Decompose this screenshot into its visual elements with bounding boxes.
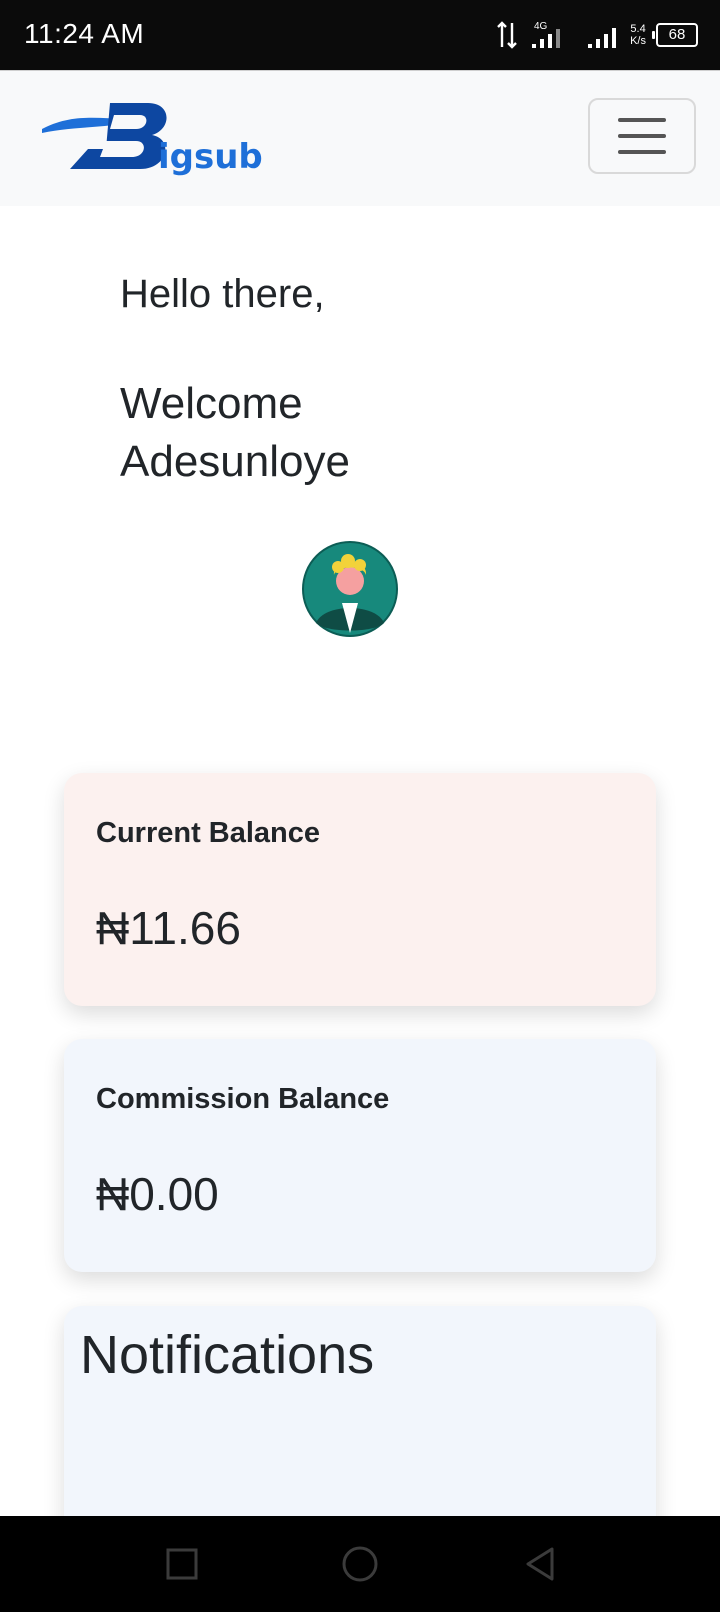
- bigsub-logo[interactable]: igsub: [40, 99, 263, 179]
- logo-text: igsub: [158, 137, 263, 177]
- commission-balance-card: Commission Balance ₦0.00: [64, 1039, 656, 1272]
- welcome-line: Welcome: [120, 379, 303, 428]
- data-transfer-icon: [497, 21, 517, 49]
- status-time: 11:24 AM: [24, 18, 145, 49]
- system-navigation-bar: [0, 1516, 720, 1612]
- greeting-text: Hello there,: [120, 272, 325, 316]
- current-balance-amount: ₦11.66: [96, 902, 241, 954]
- avatar: [302, 541, 398, 637]
- notifications-title: Notifications: [80, 1325, 375, 1385]
- status-bar: 11:24 AM 4G 5.4 K/s 68: [0, 0, 720, 70]
- commission-balance-label: Commission Balance: [96, 1083, 390, 1115]
- square-icon[interactable]: [162, 1544, 202, 1584]
- circle-icon[interactable]: [340, 1544, 380, 1584]
- commission-balance-amount: ₦0.00: [96, 1168, 219, 1220]
- svg-text:4G: 4G: [534, 21, 548, 32]
- hamburger-icon: [618, 150, 666, 154]
- battery-icon: 68: [652, 23, 698, 47]
- signal-icon: [588, 28, 617, 48]
- top-navbar: igsub: [0, 70, 720, 206]
- network-speed: 5.4 K/s: [630, 23, 646, 47]
- signal-4g-icon: 4G: [532, 21, 561, 48]
- hamburger-icon: [618, 134, 666, 138]
- status-icons: 4G 5.4 K/s 68: [496, 18, 698, 52]
- welcome-text: Welcome Adesunloye: [120, 375, 350, 491]
- speed-unit: K/s: [630, 35, 646, 47]
- hamburger-icon: [618, 118, 666, 122]
- current-balance-card: Current Balance ₦11.66: [64, 773, 656, 1006]
- user-name: Adesunloye: [120, 437, 350, 486]
- triangle-back-icon[interactable]: [520, 1544, 560, 1584]
- speed-value: 5.4: [630, 23, 646, 35]
- current-balance-label: Current Balance: [96, 817, 321, 849]
- menu-toggle-button[interactable]: [588, 98, 696, 174]
